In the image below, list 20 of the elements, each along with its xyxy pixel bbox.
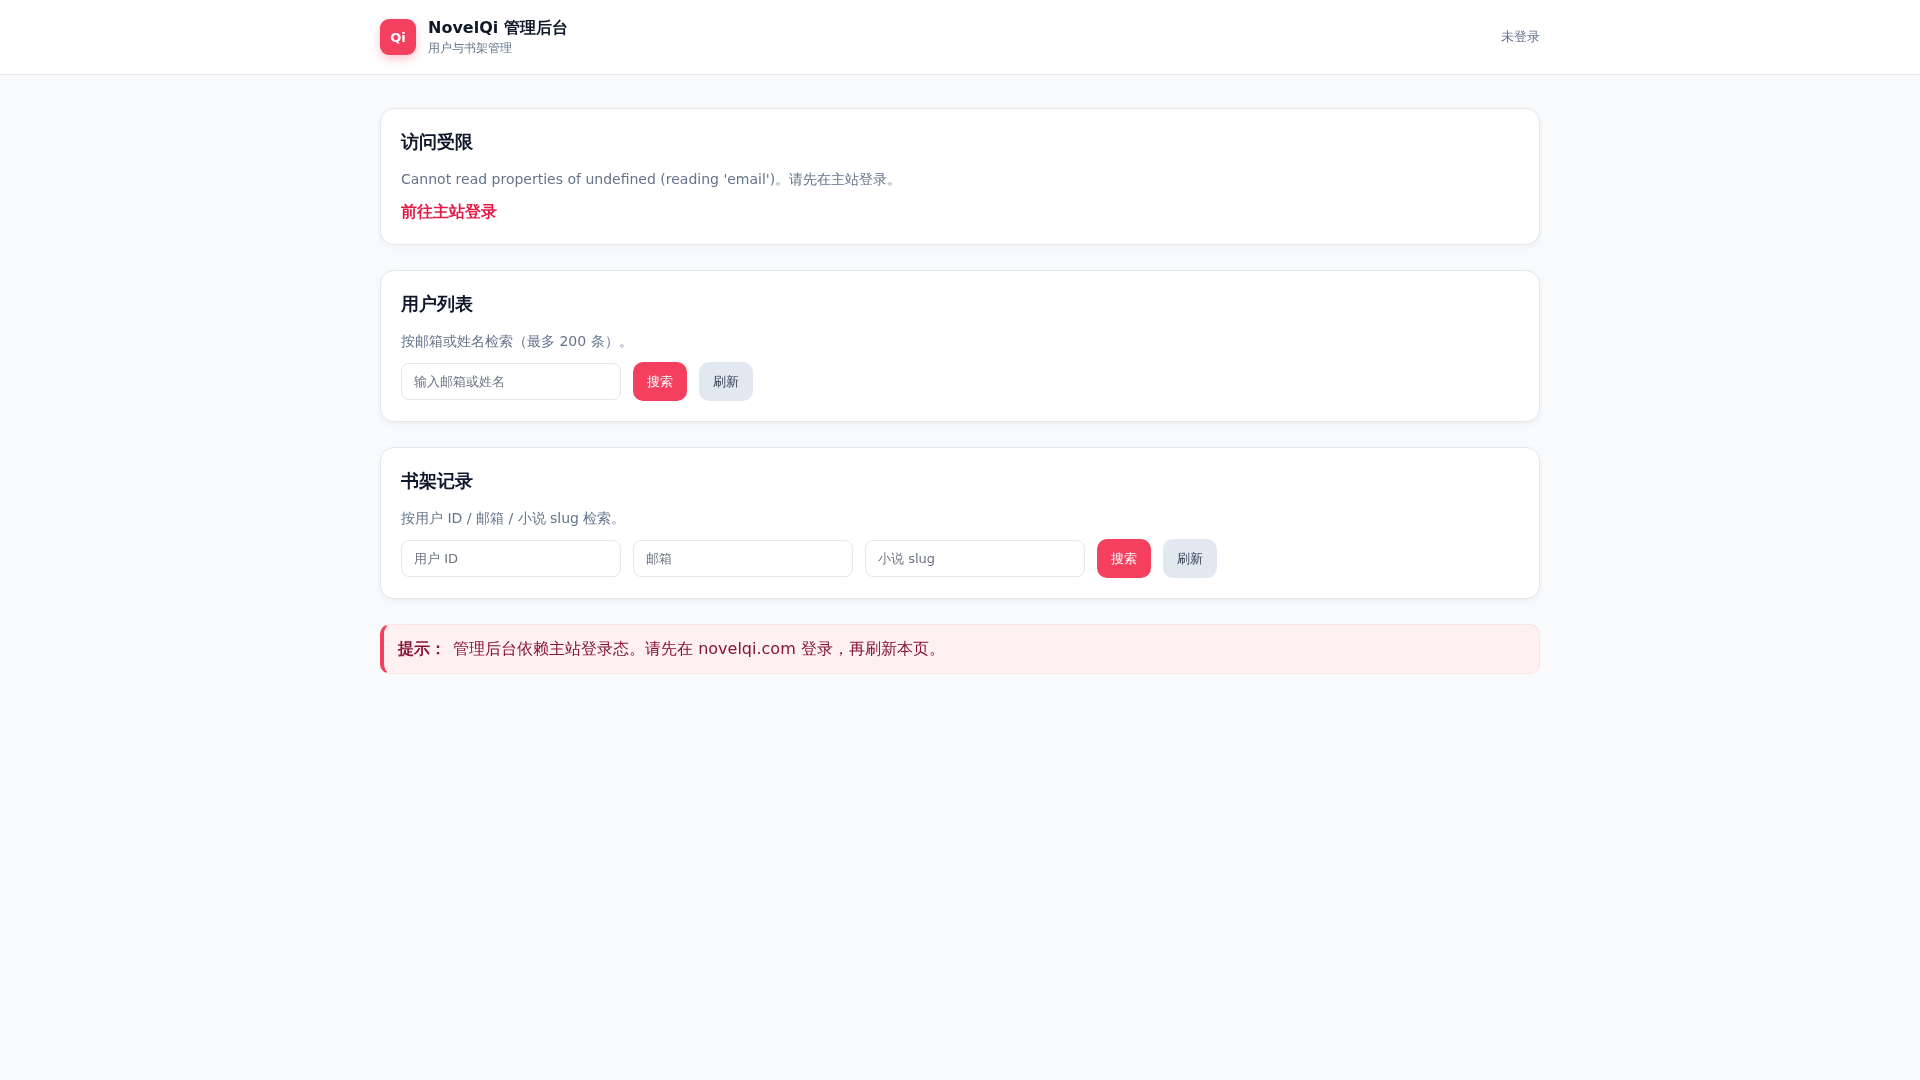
section-title: 书架记录 (401, 469, 473, 493)
app-subtitle: 用户与书架管理 (428, 40, 513, 56)
tip-text: 提示： 管理后台依赖主站登录态。请先在 novelqi.com 登录，再刷新本页。 (398, 639, 945, 658)
search-button[interactable]: 搜索 (1097, 539, 1151, 578)
section-description: 按邮箱或姓名检索（最多 200 条）。 (401, 332, 633, 351)
login-link[interactable]: 前往主站登录 (401, 200, 497, 224)
search-field[interactable]: 小说 slug (865, 540, 1085, 577)
search-field[interactable]: 用户 ID (401, 540, 621, 577)
section-description: 按用户 ID / 邮箱 / 小说 slug 检索。 (401, 509, 626, 528)
error-message: Cannot read properties of undefined (reading 'email')。请先在主站登录。 (401, 170, 902, 189)
logo: Qi (380, 19, 416, 55)
section-title: 用户列表 (401, 292, 473, 316)
section-title: 访问受限 (401, 130, 473, 154)
login-status: 未登录 (1501, 28, 1540, 46)
search-button[interactable]: 搜索 (633, 362, 687, 401)
search-field[interactable]: 邮箱 (633, 540, 853, 577)
refresh-button[interactable]: 刷新 (699, 362, 753, 401)
refresh-button[interactable]: 刷新 (1163, 539, 1217, 578)
search-field[interactable]: 输入邮箱或姓名 (401, 363, 621, 400)
app-title: NovelQi 管理后台 (428, 18, 568, 38)
